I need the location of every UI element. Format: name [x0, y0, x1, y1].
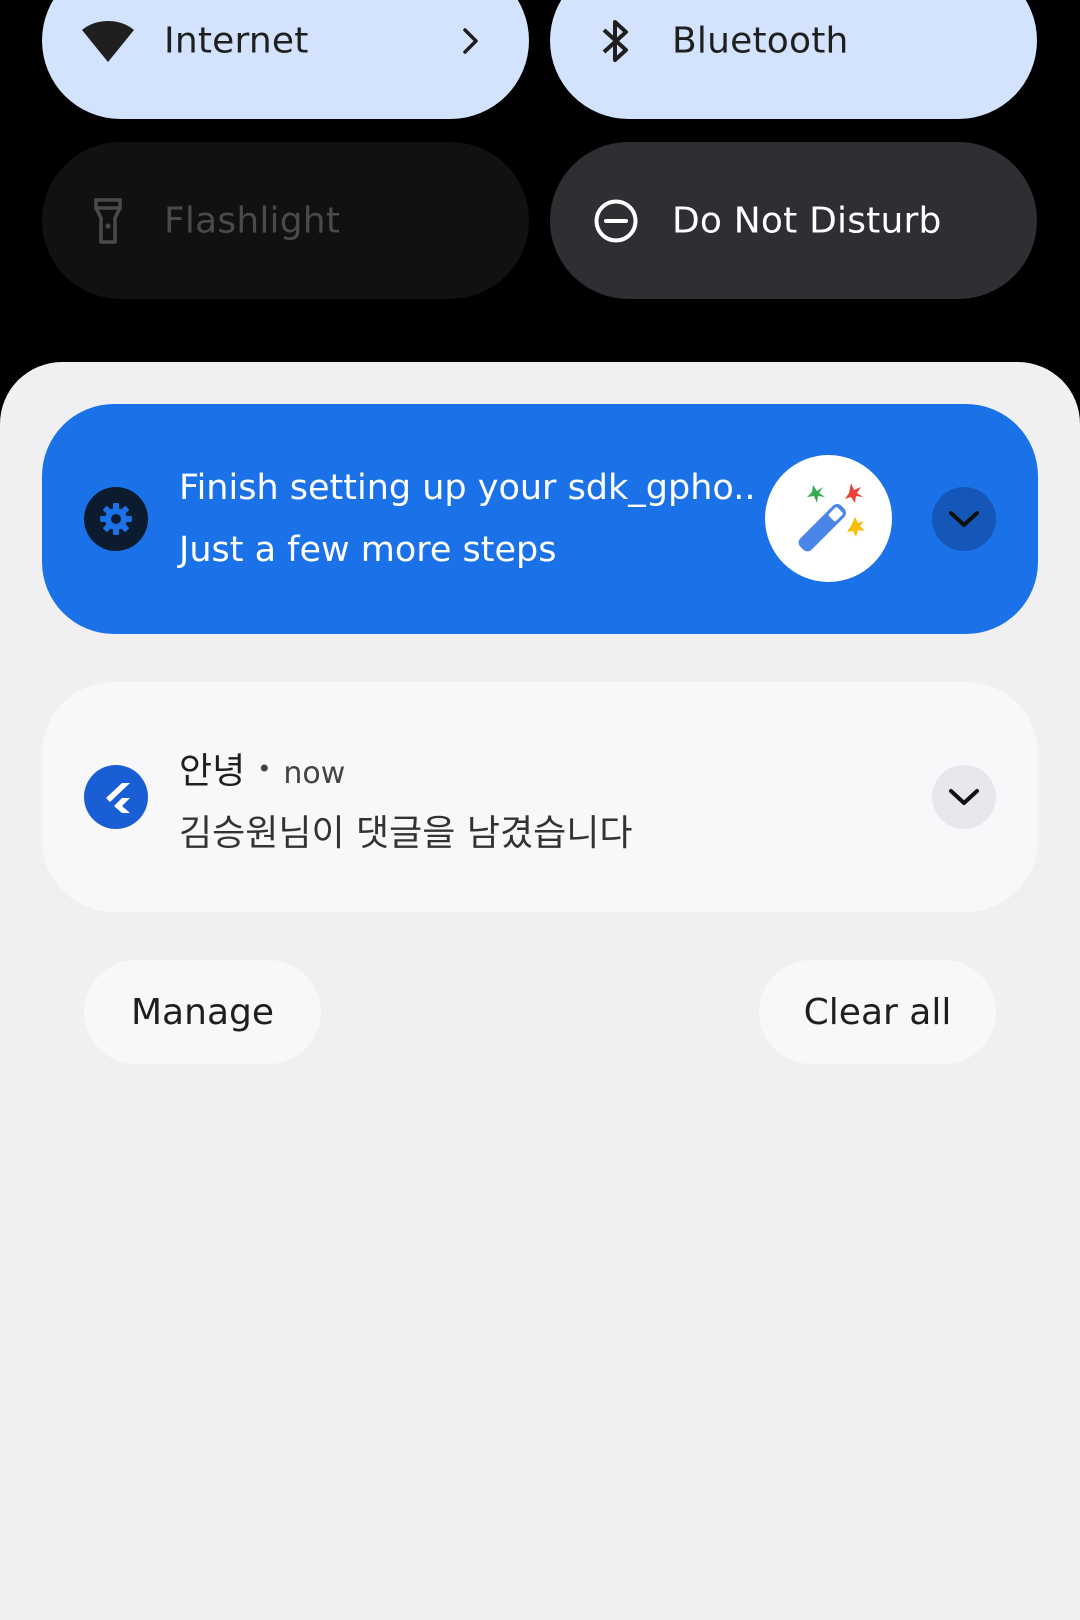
- tile-bluetooth-label: Bluetooth: [672, 20, 849, 61]
- wifi-icon: [80, 13, 136, 69]
- notification-setup[interactable]: Finish setting up your sdk_gpho.. Just a…: [42, 404, 1038, 634]
- tile-internet-label: Internet: [164, 20, 309, 61]
- tile-do-not-disturb-label: Do Not Disturb: [672, 200, 942, 241]
- tile-internet[interactable]: Internet: [42, 0, 529, 119]
- notification-header: 안녕 • now: [179, 742, 345, 794]
- settings-gear-icon: [84, 487, 148, 551]
- flashlight-icon: [80, 193, 136, 249]
- notification-message[interactable]: 안녕 • now 김승원님이 댓글을 남겼습니다: [42, 682, 1038, 912]
- notification-app-name: 안녕: [179, 751, 246, 792]
- bluetooth-icon: [588, 13, 644, 69]
- notification-time: now: [283, 756, 346, 791]
- chevron-down-icon: [949, 511, 979, 527]
- do-not-disturb-icon: [588, 193, 644, 249]
- tile-flashlight[interactable]: Flashlight: [42, 142, 529, 299]
- chevron-down-icon: [949, 789, 979, 805]
- notification-text: 김승원님이 댓글을 남겼습니다: [179, 813, 633, 854]
- tile-bluetooth[interactable]: Bluetooth: [550, 0, 1037, 119]
- tile-do-not-disturb[interactable]: Do Not Disturb: [550, 142, 1037, 299]
- tile-flashlight-label: Flashlight: [164, 200, 341, 241]
- flutter-icon: [84, 765, 148, 829]
- header-separator: •: [257, 755, 272, 783]
- chevron-right-icon[interactable]: [451, 21, 491, 61]
- magic-wand-icon: [765, 455, 892, 582]
- expand-button[interactable]: [932, 765, 996, 829]
- notification-title: Finish setting up your sdk_gpho..: [179, 468, 756, 508]
- expand-button[interactable]: [932, 487, 996, 551]
- clear-all-button[interactable]: Clear all: [759, 960, 996, 1064]
- manage-button[interactable]: Manage: [84, 960, 321, 1064]
- notification-text: Just a few more steps: [179, 530, 557, 570]
